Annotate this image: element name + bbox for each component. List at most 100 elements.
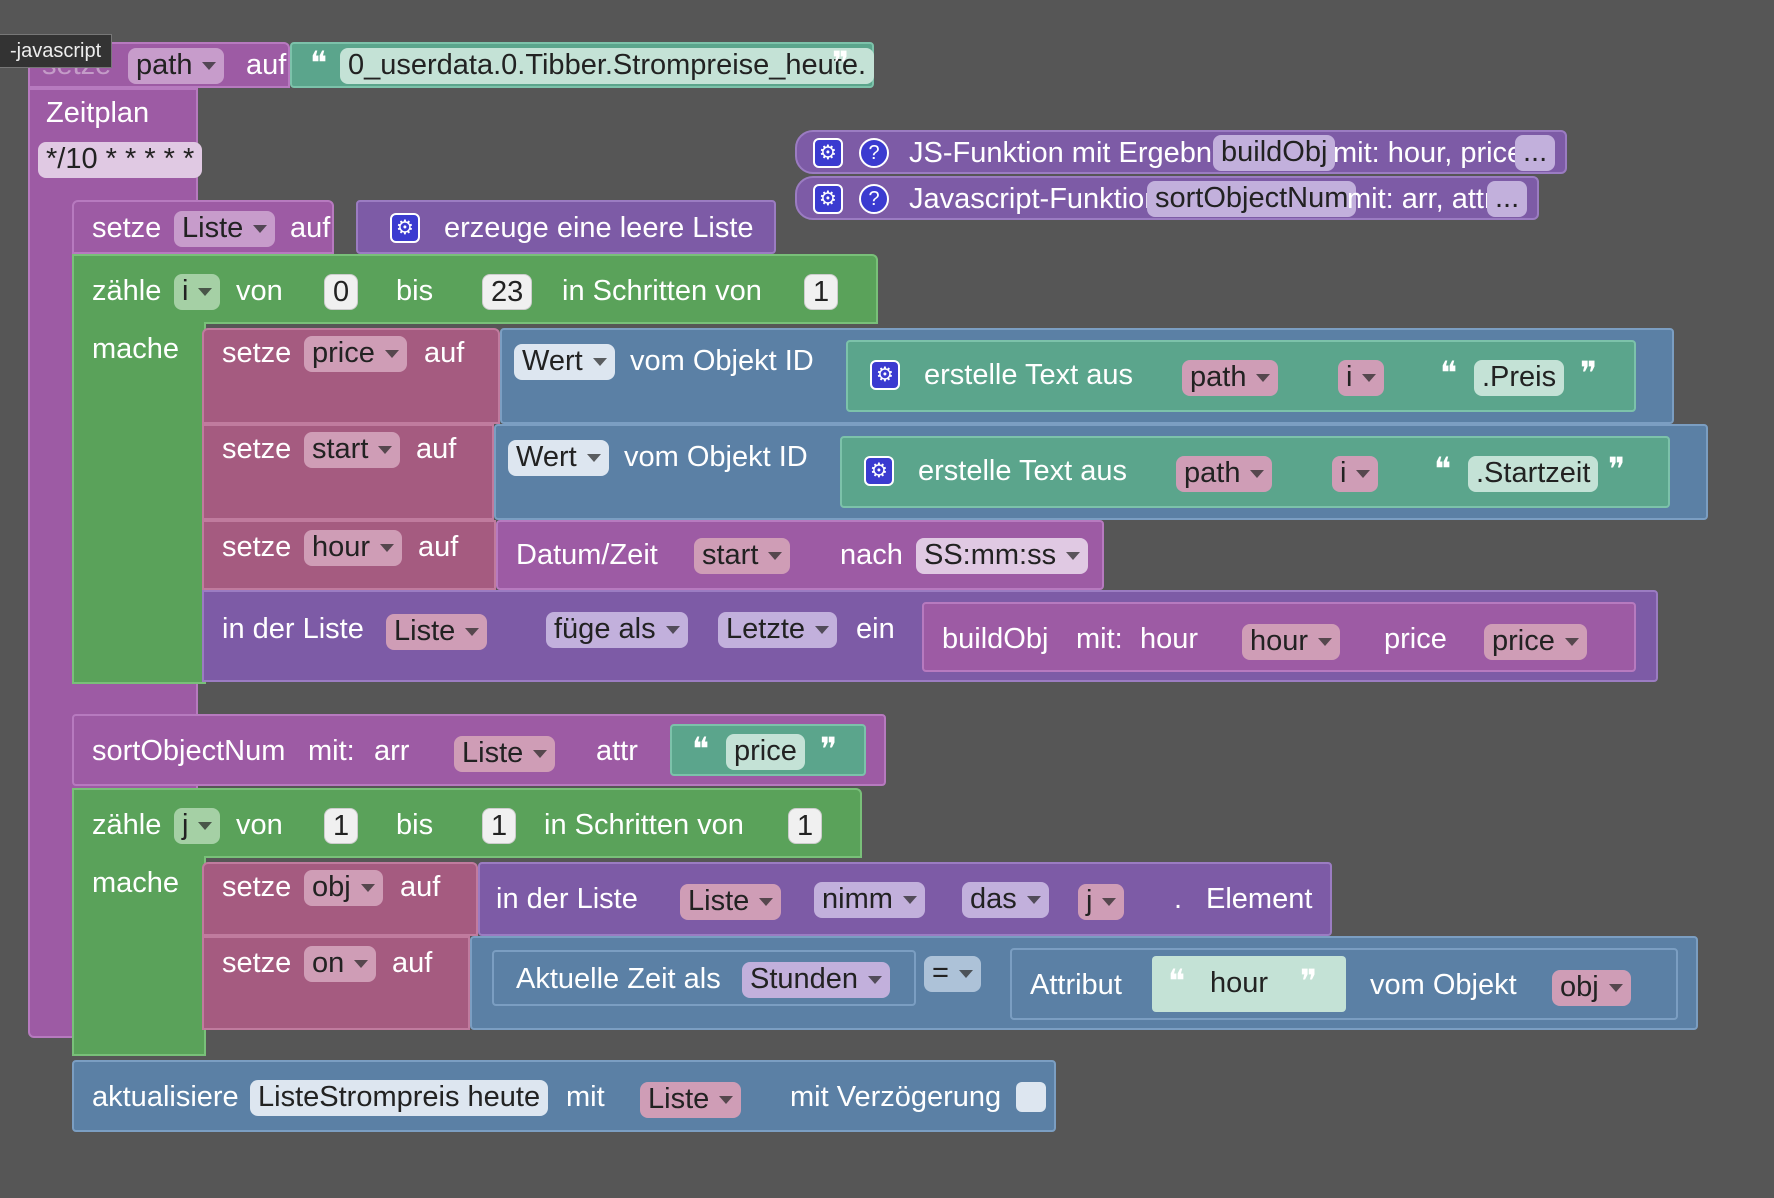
attr-value[interactable]: hour <box>1202 966 1276 1002</box>
datetime-block[interactable]: Datum/Zeit start nach SS:mm:ss <box>496 520 1104 590</box>
open-quote-icon: ❝ <box>1440 354 1458 392</box>
func-def-buildobj[interactable]: ⚙ ? JS-Funktion mit Ergebnis buildObj mi… <box>795 130 1567 174</box>
func-more-button[interactable]: ... <box>1515 135 1556 171</box>
call-buildobj-block[interactable]: buildObj mit: hour hour price price <box>922 602 1636 672</box>
insert-mode-dropdown[interactable]: füge als <box>546 612 688 648</box>
from-value[interactable]: 1 <box>324 808 359 844</box>
list-dropdown[interactable]: Liste <box>386 614 488 650</box>
gear-icon[interactable]: ⚙ <box>390 213 420 243</box>
close-quote-icon: ❞ <box>832 44 850 82</box>
set-hour-block[interactable]: setze hour auf <box>202 520 496 590</box>
concat-block-price[interactable]: ⚙ erstelle Text aus path i ❝ .Preis ❞ <box>846 340 1636 412</box>
func-more-button[interactable]: ... <box>1487 181 1528 217</box>
nach-label: nach <box>840 539 903 571</box>
unit-dropdown[interactable]: Stunden <box>742 962 891 998</box>
do-label: mache <box>92 867 180 899</box>
compare-block[interactable]: Aktuelle Zeit als Stunden = Attribut ❝ h… <box>470 936 1698 1030</box>
list-label: in der Liste <box>496 883 638 915</box>
attr-text-block[interactable]: ❝ hour ❞ <box>1152 956 1346 1012</box>
arg-path[interactable]: path <box>1182 360 1279 396</box>
var-dropdown-path[interactable]: path <box>128 48 225 84</box>
to-label: auf <box>392 947 433 979</box>
attribute-block[interactable]: Attribut ❝ hour ❞ vom Objekt obj <box>1010 948 1678 1020</box>
set-keyword: setze <box>92 212 162 244</box>
var-dropdown-on[interactable]: on <box>304 946 377 982</box>
delay-label: mit Verzögerung <box>790 1081 1002 1113</box>
from-value[interactable]: 0 <box>324 274 359 310</box>
gear-icon[interactable]: ⚙ <box>813 138 843 168</box>
to-value[interactable]: 23 <box>482 274 533 310</box>
var-dropdown-liste[interactable]: Liste <box>174 211 276 247</box>
gear-icon[interactable]: ⚙ <box>870 360 900 390</box>
func-def-sortobjectnum[interactable]: ⚙ ? Javascript-Funktion sortObjectNum mi… <box>795 176 1539 220</box>
cron-field[interactable]: */10 * * * * * <box>38 142 203 178</box>
text-value[interactable]: price <box>726 734 805 770</box>
object-obj[interactable]: obj <box>1552 970 1631 1006</box>
schedule-label: Zeitplan <box>46 97 150 129</box>
do-label: mache <box>92 333 180 365</box>
from-label: von <box>236 809 283 841</box>
help-icon[interactable]: ? <box>859 184 889 214</box>
step-value[interactable]: 1 <box>804 274 839 310</box>
step-value[interactable]: 1 <box>788 808 823 844</box>
index-j[interactable]: j <box>1078 884 1125 920</box>
arg-value-liste[interactable]: Liste <box>454 736 556 772</box>
update-block[interactable]: aktualisiere ListeStrompreis heute mit L… <box>72 1060 1056 1132</box>
var-dropdown-start[interactable]: start <box>304 432 401 468</box>
update-label: aktualisiere <box>92 1081 239 1113</box>
set-price-block[interactable]: setze price auf <box>202 328 500 424</box>
das-dropdown[interactable]: das <box>962 882 1049 918</box>
arg-i[interactable]: i <box>1332 456 1379 492</box>
set-on-block[interactable]: setze on auf <box>202 936 470 1030</box>
to-value[interactable]: 1 <box>482 808 517 844</box>
text-block-path[interactable]: ❝ 0_userdata.0.Tibber.Strompreise_heute.… <box>290 42 875 88</box>
loop-j-block[interactable]: zähle j von 1 bis 1 in Schritten von 1 <box>72 788 862 858</box>
loop-var-j[interactable]: j <box>174 808 221 844</box>
empty-list-block[interactable]: ⚙ erzeuge eine leere Liste <box>356 200 776 254</box>
list-dropdown[interactable]: Liste <box>680 884 782 920</box>
arg-suffix[interactable]: .Startzeit <box>1468 456 1599 492</box>
gear-icon[interactable]: ⚙ <box>813 184 843 214</box>
ein-label: ein <box>856 613 895 645</box>
wert-dropdown[interactable]: Wert <box>508 440 609 476</box>
text-block-price[interactable]: ❝ price ❞ <box>670 724 866 776</box>
set-keyword: setze <box>222 531 292 563</box>
arg-i[interactable]: i <box>1338 360 1385 396</box>
to-label: auf <box>400 871 441 903</box>
position-dropdown[interactable]: Letzte <box>718 612 837 648</box>
text-value[interactable]: 0_userdata.0.Tibber.Strompreise_heute. <box>340 48 875 84</box>
gear-icon[interactable]: ⚙ <box>864 456 894 486</box>
func-name[interactable]: sortObjectNum <box>1147 181 1357 217</box>
format-dropdown[interactable]: SS:mm:ss <box>916 538 1089 574</box>
concat-block-start[interactable]: ⚙ erstelle Text aus path i ❝ .Startzeit … <box>840 436 1670 508</box>
delay-checkbox[interactable] <box>1016 1082 1046 1112</box>
list-get-block[interactable]: in der Liste Liste nimm das j . Element <box>478 862 1332 936</box>
help-icon[interactable]: ? <box>859 138 889 168</box>
arg-start[interactable]: start <box>694 538 791 574</box>
call-name: sortObjectNum <box>92 735 286 767</box>
var-dropdown-obj[interactable]: obj <box>304 870 383 906</box>
loop-i-body: mache <box>72 322 206 684</box>
var-dropdown-price[interactable]: price <box>304 336 407 372</box>
loop-var-i[interactable]: i <box>174 274 221 310</box>
arg-suffix[interactable]: .Preis <box>1474 360 1565 396</box>
set-start-block[interactable]: setze start auf <box>202 424 494 520</box>
set-list-block[interactable]: setze Liste auf <box>72 200 334 254</box>
operator-dropdown[interactable]: = <box>924 956 981 992</box>
wert-dropdown[interactable]: Wert <box>514 344 615 380</box>
list-label: in der Liste <box>222 613 364 645</box>
set-obj-block[interactable]: setze obj auf <box>202 862 478 936</box>
arg-value-hour[interactable]: hour <box>1242 624 1341 660</box>
loop-i-block[interactable]: zähle i von 0 bis 23 in Schritten von 1 <box>72 254 878 324</box>
arg-path[interactable]: path <box>1176 456 1273 492</box>
var-dropdown-hour[interactable]: hour <box>304 530 403 566</box>
current-time-block[interactable]: Aktuelle Zeit als Stunden <box>492 950 916 1006</box>
take-dropdown[interactable]: nimm <box>814 882 925 918</box>
close-quote-icon: ❞ <box>1608 450 1626 488</box>
target-field[interactable]: ListeStrompreis heute <box>250 1080 549 1116</box>
arg-value-price[interactable]: price <box>1484 624 1587 660</box>
now-label: Aktuelle Zeit als <box>516 963 721 995</box>
element-label: Element <box>1206 883 1313 915</box>
update-value-liste[interactable]: Liste <box>640 1082 742 1118</box>
func-name[interactable]: buildObj <box>1213 135 1336 171</box>
